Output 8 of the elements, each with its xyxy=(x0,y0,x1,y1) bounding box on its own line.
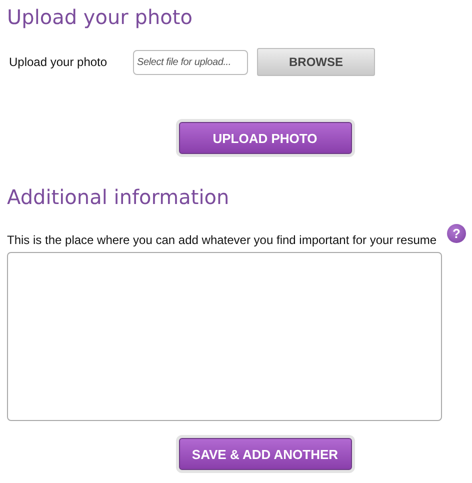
section-heading: Additional information xyxy=(7,184,230,210)
text-area[interactable] xyxy=(7,252,442,421)
field-label: Upload your photo xyxy=(9,55,108,69)
help-icon[interactable]: ? xyxy=(447,224,466,243)
browse-button[interactable]: BROWSE xyxy=(257,48,375,76)
file-input-field[interactable]: Select file for upload... xyxy=(133,50,248,74)
description-text: This is the place where you can add whatever you find important for your resume xyxy=(7,233,437,247)
section-heading: Upload your photo xyxy=(7,4,194,30)
